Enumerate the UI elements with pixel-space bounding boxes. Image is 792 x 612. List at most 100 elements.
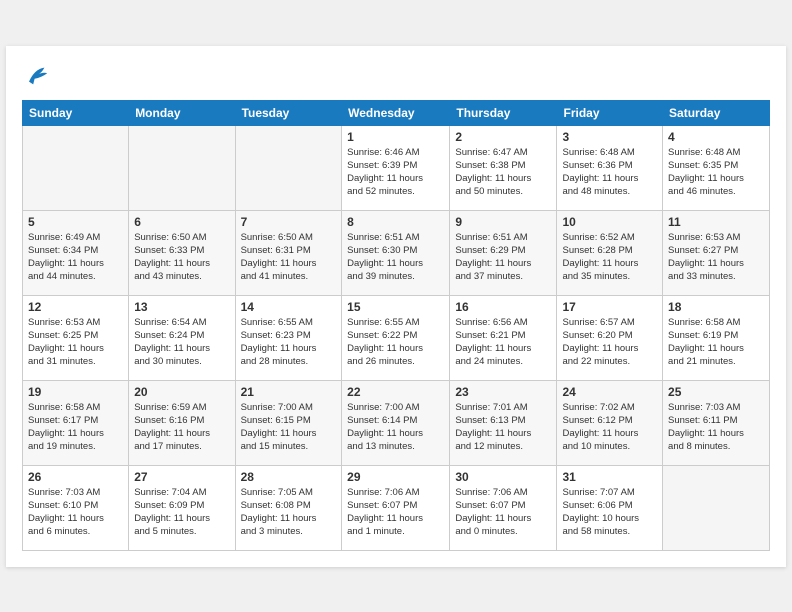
calendar-day: 24 Sunrise: 7:02 AM Sunset: 6:12 PM Dayli… — [557, 380, 663, 465]
day-info: Sunrise: 6:55 AM Sunset: 6:23 PM Dayligh… — [241, 316, 337, 369]
day-info: Sunrise: 6:49 AM Sunset: 6:34 PM Dayligh… — [28, 231, 123, 284]
day-header-saturday: Saturday — [663, 100, 770, 125]
calendar-day: 29 Sunrise: 7:06 AM Sunset: 6:07 PM Dayli… — [342, 465, 450, 550]
calendar-week-1: 1 Sunrise: 6:46 AM Sunset: 6:39 PM Daylig… — [23, 125, 770, 210]
day-info: Sunrise: 7:05 AM Sunset: 6:08 PM Dayligh… — [241, 486, 337, 539]
calendar-container: SundayMondayTuesdayWednesdayThursdayFrid… — [6, 46, 786, 567]
day-info: Sunrise: 7:07 AM Sunset: 6:06 PM Dayligh… — [562, 486, 657, 539]
calendar-day: 8 Sunrise: 6:51 AM Sunset: 6:30 PM Daylig… — [342, 210, 450, 295]
calendar-day: 31 Sunrise: 7:07 AM Sunset: 6:06 PM Dayli… — [557, 465, 663, 550]
calendar-week-5: 26Sunrise: 7:03 AM Sunset: 6:10 PM Dayli… — [23, 465, 770, 550]
day-header-tuesday: Tuesday — [235, 100, 342, 125]
day-info: Sunrise: 6:57 AM Sunset: 6:20 PM Dayligh… — [562, 316, 657, 369]
calendar-day: 12 Sunrise: 6:53 AM Sunset: 6:25 PM Dayli… — [23, 295, 129, 380]
day-info: Sunrise: 6:51 AM Sunset: 6:29 PM Dayligh… — [455, 231, 551, 284]
calendar-day: 2 Sunrise: 6:47 AM Sunset: 6:38 PM Daylig… — [450, 125, 557, 210]
days-header-row: SundayMondayTuesdayWednesdayThursdayFrid… — [23, 100, 770, 125]
calendar-body: 1 Sunrise: 6:46 AM Sunset: 6:39 PM Daylig… — [23, 125, 770, 550]
day-number: 28 — [241, 470, 337, 484]
day-number: 7 — [241, 215, 337, 229]
day-info: Sunrise: 6:52 AM Sunset: 6:28 PM Dayligh… — [562, 231, 657, 284]
day-info: Sunrise: 6:53 AM Sunset: 6:27 PM Dayligh… — [668, 231, 764, 284]
day-info: Sunrise: 6:53 AM Sunset: 6:25 PM Dayligh… — [28, 316, 123, 369]
day-number: 26 — [28, 470, 123, 484]
calendar-day: 11 Sunrise: 6:53 AM Sunset: 6:27 PM Dayli… — [663, 210, 770, 295]
day-number: 11 — [668, 215, 764, 229]
calendar-day: 9Sunrise: 6:51 AM Sunset: 6:29 PM Daylig… — [450, 210, 557, 295]
calendar-day — [663, 465, 770, 550]
day-number: 8 — [347, 215, 444, 229]
day-number: 16 — [455, 300, 551, 314]
day-header-friday: Friday — [557, 100, 663, 125]
day-info: Sunrise: 6:47 AM Sunset: 6:38 PM Dayligh… — [455, 146, 551, 199]
day-number: 20 — [134, 385, 229, 399]
calendar-week-3: 12 Sunrise: 6:53 AM Sunset: 6:25 PM Dayli… — [23, 295, 770, 380]
day-info: Sunrise: 7:03 AM Sunset: 6:11 PM Dayligh… — [668, 401, 764, 454]
calendar-day: 17Sunrise: 6:57 AM Sunset: 6:20 PM Dayli… — [557, 295, 663, 380]
calendar-day: 23 Sunrise: 7:01 AM Sunset: 6:13 PM Dayli… — [450, 380, 557, 465]
calendar-day: 18 Sunrise: 6:58 AM Sunset: 6:19 PM Dayli… — [663, 295, 770, 380]
calendar-day: 20Sunrise: 6:59 AM Sunset: 6:16 PM Dayli… — [129, 380, 235, 465]
day-info: Sunrise: 6:46 AM Sunset: 6:39 PM Dayligh… — [347, 146, 444, 199]
day-info: Sunrise: 6:51 AM Sunset: 6:30 PM Dayligh… — [347, 231, 444, 284]
calendar-table: SundayMondayTuesdayWednesdayThursdayFrid… — [22, 100, 770, 551]
calendar-day: 13Sunrise: 6:54 AM Sunset: 6:24 PM Dayli… — [129, 295, 235, 380]
day-info: Sunrise: 7:00 AM Sunset: 6:14 PM Dayligh… — [347, 401, 444, 454]
logo — [22, 62, 54, 90]
day-info: Sunrise: 6:50 AM Sunset: 6:33 PM Dayligh… — [134, 231, 229, 284]
calendar-week-4: 19 Sunrise: 6:58 AM Sunset: 6:17 PM Dayli… — [23, 380, 770, 465]
day-number: 4 — [668, 130, 764, 144]
day-header-thursday: Thursday — [450, 100, 557, 125]
day-info: Sunrise: 6:58 AM Sunset: 6:17 PM Dayligh… — [28, 401, 123, 454]
day-info: Sunrise: 6:48 AM Sunset: 6:36 PM Dayligh… — [562, 146, 657, 199]
day-number: 18 — [668, 300, 764, 314]
logo-bird-icon — [22, 62, 50, 90]
day-number: 6 — [134, 215, 229, 229]
day-number: 2 — [455, 130, 551, 144]
day-info: Sunrise: 7:06 AM Sunset: 6:07 PM Dayligh… — [347, 486, 444, 539]
calendar-day — [23, 125, 129, 210]
calendar-day: 25 Sunrise: 7:03 AM Sunset: 6:11 PM Dayli… — [663, 380, 770, 465]
day-number: 24 — [562, 385, 657, 399]
day-number: 25 — [668, 385, 764, 399]
day-number: 29 — [347, 470, 444, 484]
day-number: 15 — [347, 300, 444, 314]
day-number: 31 — [562, 470, 657, 484]
day-info: Sunrise: 6:50 AM Sunset: 6:31 PM Dayligh… — [241, 231, 337, 284]
calendar-day: 14 Sunrise: 6:55 AM Sunset: 6:23 PM Dayli… — [235, 295, 342, 380]
day-number: 22 — [347, 385, 444, 399]
calendar-day: 22 Sunrise: 7:00 AM Sunset: 6:14 PM Dayli… — [342, 380, 450, 465]
calendar-day: 27Sunrise: 7:04 AM Sunset: 6:09 PM Dayli… — [129, 465, 235, 550]
calendar-day: 15Sunrise: 6:55 AM Sunset: 6:22 PM Dayli… — [342, 295, 450, 380]
day-number: 30 — [455, 470, 551, 484]
calendar-day — [235, 125, 342, 210]
day-header-sunday: Sunday — [23, 100, 129, 125]
calendar-day: 28 Sunrise: 7:05 AM Sunset: 6:08 PM Dayli… — [235, 465, 342, 550]
day-number: 10 — [562, 215, 657, 229]
day-info: Sunrise: 7:06 AM Sunset: 6:07 PM Dayligh… — [455, 486, 551, 539]
day-info: Sunrise: 7:02 AM Sunset: 6:12 PM Dayligh… — [562, 401, 657, 454]
day-number: 21 — [241, 385, 337, 399]
calendar-day: 16 Sunrise: 6:56 AM Sunset: 6:21 PM Dayli… — [450, 295, 557, 380]
calendar-day: 5 Sunrise: 6:49 AM Sunset: 6:34 PM Daylig… — [23, 210, 129, 295]
day-info: Sunrise: 6:56 AM Sunset: 6:21 PM Dayligh… — [455, 316, 551, 369]
calendar-day: 19 Sunrise: 6:58 AM Sunset: 6:17 PM Dayli… — [23, 380, 129, 465]
calendar-day — [129, 125, 235, 210]
day-info: Sunrise: 7:01 AM Sunset: 6:13 PM Dayligh… — [455, 401, 551, 454]
day-number: 5 — [28, 215, 123, 229]
day-number: 19 — [28, 385, 123, 399]
calendar-day: 21 Sunrise: 7:00 AM Sunset: 6:15 PM Dayli… — [235, 380, 342, 465]
calendar-day: 4Sunrise: 6:48 AM Sunset: 6:35 PM Daylig… — [663, 125, 770, 210]
day-info: Sunrise: 7:00 AM Sunset: 6:15 PM Dayligh… — [241, 401, 337, 454]
day-number: 23 — [455, 385, 551, 399]
day-number: 14 — [241, 300, 337, 314]
day-number: 27 — [134, 470, 229, 484]
day-info: Sunrise: 6:54 AM Sunset: 6:24 PM Dayligh… — [134, 316, 229, 369]
calendar-day: 1 Sunrise: 6:46 AM Sunset: 6:39 PM Daylig… — [342, 125, 450, 210]
calendar-header — [22, 62, 770, 90]
day-number: 1 — [347, 130, 444, 144]
day-number: 12 — [28, 300, 123, 314]
day-info: Sunrise: 6:58 AM Sunset: 6:19 PM Dayligh… — [668, 316, 764, 369]
day-number: 3 — [562, 130, 657, 144]
calendar-day: 30 Sunrise: 7:06 AM Sunset: 6:07 PM Dayli… — [450, 465, 557, 550]
